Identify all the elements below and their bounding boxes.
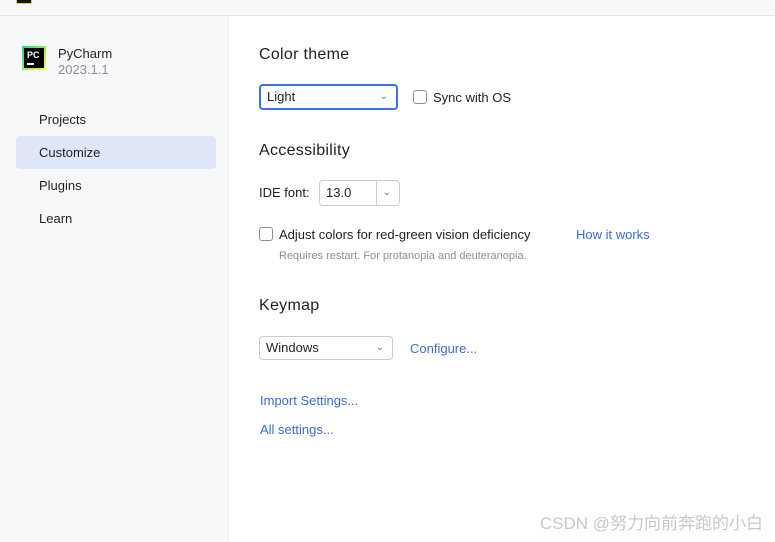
keymap-select[interactable]: Windows ⌄ <box>259 336 393 360</box>
title-bar <box>0 0 775 16</box>
restart-hint: Requires restart. For protanopia and deu… <box>279 250 527 262</box>
import-settings-link[interactable]: Import Settings... <box>260 393 358 408</box>
app-logo-icon <box>16 0 32 4</box>
keymap-value: Windows <box>266 340 319 355</box>
sidebar-item-customize[interactable]: Customize <box>16 136 216 169</box>
color-theme-heading: Color theme <box>259 46 350 63</box>
keymap-heading: Keymap <box>259 297 320 314</box>
chevron-down-icon[interactable]: ⌄ <box>383 181 391 205</box>
brand: PC PyCharm 2023.1.1 <box>22 46 112 78</box>
adjust-colors-label[interactable]: Adjust colors for red-green vision defic… <box>279 227 530 242</box>
sync-os-label[interactable]: Sync with OS <box>433 90 511 105</box>
app-version: 2023.1.1 <box>58 62 109 77</box>
watermark: CSDN @努力向前奔跑的小白 <box>539 514 763 533</box>
sidebar-item-plugins[interactable]: Plugins <box>16 169 216 202</box>
sidebar-item-learn[interactable]: Learn <box>16 202 216 235</box>
app-name: PyCharm <box>58 46 113 61</box>
sidebar-item-projects[interactable]: Projects <box>16 103 216 136</box>
chevron-down-icon: ⌄ <box>379 91 388 102</box>
font-value: 13.0 <box>326 185 352 200</box>
configure-link[interactable]: Configure... <box>410 341 477 356</box>
sidebar: PC PyCharm 2023.1.1 Projects Customize P… <box>0 16 229 542</box>
all-settings-link[interactable]: All settings... <box>260 422 334 437</box>
chevron-down-icon: ⌄ <box>375 342 384 353</box>
ide-font-combo[interactable]: 13.0 ⌄ <box>319 180 400 206</box>
sync-os-checkbox[interactable] <box>413 90 427 104</box>
color-theme-select[interactable]: Light ⌄ <box>259 84 398 110</box>
ide-font-label: IDE font: <box>259 185 310 200</box>
accessibility-heading: Accessibility <box>259 142 351 159</box>
pycharm-logo-icon: PC <box>22 46 46 70</box>
how-it-works-link[interactable]: How it works <box>576 227 650 242</box>
adjust-colors-checkbox[interactable] <box>259 227 273 241</box>
theme-value: Light <box>267 89 296 104</box>
